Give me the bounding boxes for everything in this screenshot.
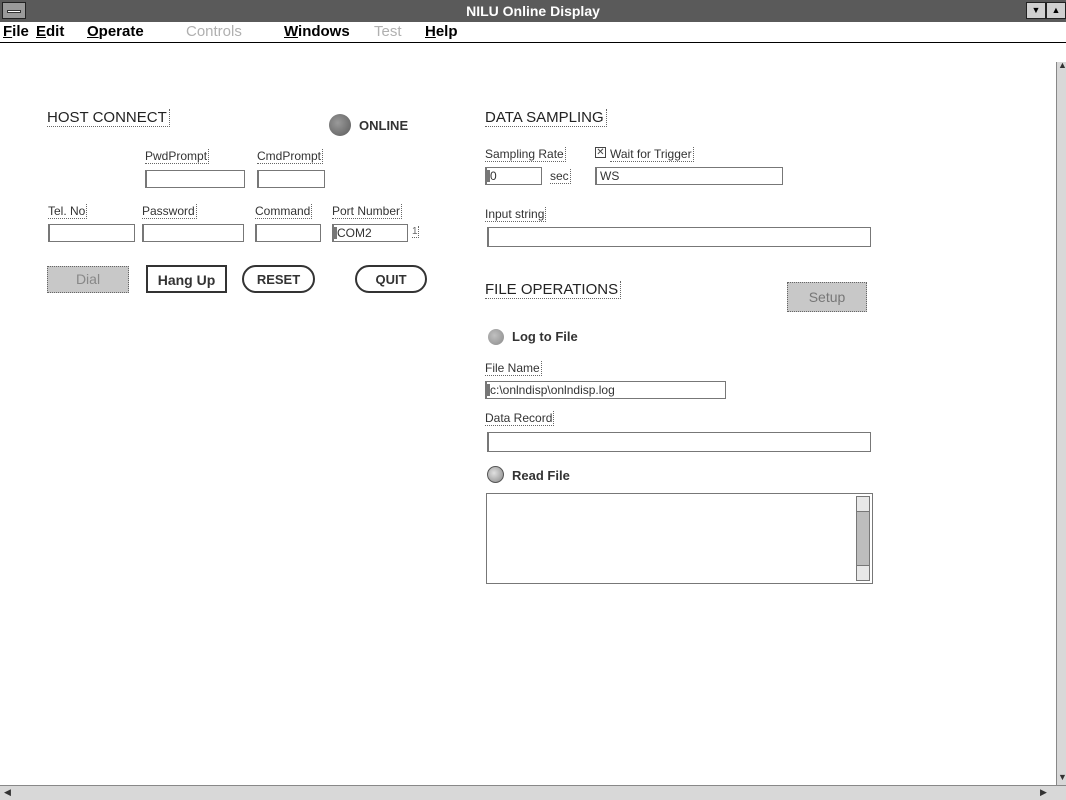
sec-label: sec bbox=[550, 169, 571, 184]
read-file-scrollbar[interactable] bbox=[856, 496, 870, 581]
scroll-down-arrow-icon[interactable]: ▼ bbox=[1058, 772, 1066, 782]
pwd-prompt-input[interactable] bbox=[145, 170, 245, 188]
scroll-up-arrow-icon[interactable]: ▲ bbox=[1058, 60, 1066, 70]
data-sampling-title: DATA SAMPLING bbox=[485, 109, 607, 127]
cmd-prompt-input[interactable] bbox=[257, 170, 325, 188]
sampling-rate-label: Sampling Rate bbox=[485, 147, 566, 162]
menu-controls[interactable]: Controls bbox=[186, 23, 242, 40]
input-string-field[interactable] bbox=[487, 227, 871, 247]
scroll-down-button[interactable] bbox=[857, 565, 869, 580]
menu-file[interactable]: File bbox=[3, 23, 29, 40]
port-number-label: Port Number bbox=[332, 204, 403, 219]
vertical-scrollbar[interactable]: ▲ ▼ bbox=[1056, 60, 1066, 785]
reset-button[interactable]: RESET bbox=[242, 265, 315, 293]
menu-windows[interactable]: Windows bbox=[284, 23, 350, 40]
input-string-label: Input string bbox=[485, 207, 547, 222]
command-label: Command bbox=[255, 204, 313, 219]
log-to-file-indicator-icon[interactable] bbox=[488, 329, 504, 345]
read-file-text-area[interactable] bbox=[486, 493, 873, 584]
minimize-icon: ▼ bbox=[1031, 5, 1041, 15]
dial-button[interactable]: Dial bbox=[47, 266, 129, 293]
tel-no-input[interactable] bbox=[48, 224, 135, 242]
wait-for-trigger-label: Wait for Trigger bbox=[610, 147, 694, 162]
read-file-indicator-icon[interactable] bbox=[487, 466, 504, 483]
file-name-input[interactable]: c:\onlndisp\onlndisp.log bbox=[485, 381, 726, 399]
file-operations-title: FILE OPERATIONS bbox=[485, 281, 622, 299]
read-file-label: Read File bbox=[512, 468, 570, 483]
file-name-label: File Name bbox=[485, 361, 542, 376]
host-connect-title: HOST CONNECT bbox=[47, 109, 170, 127]
maximize-button[interactable]: ▲ bbox=[1046, 2, 1066, 19]
scroll-left-arrow-icon[interactable]: ◀ bbox=[4, 787, 11, 798]
data-record-field[interactable] bbox=[487, 432, 871, 452]
hang-up-button[interactable]: Hang Up bbox=[146, 265, 227, 293]
menu-bar: File Edit Operate Controls Windows Test … bbox=[0, 22, 1066, 43]
menu-operate[interactable]: Operate bbox=[87, 23, 144, 40]
online-indicator-icon[interactable] bbox=[329, 114, 351, 136]
wait-for-trigger-checkbox[interactable]: ✕ bbox=[595, 147, 606, 158]
scroll-right-arrow-icon[interactable]: ▶ bbox=[1040, 787, 1047, 798]
minimize-button[interactable]: ▼ bbox=[1026, 2, 1046, 19]
command-input[interactable] bbox=[255, 224, 321, 242]
port-number-field[interactable]: COM2 bbox=[332, 224, 408, 242]
sampling-rate-input[interactable]: 0 bbox=[485, 167, 542, 185]
data-record-label: Data Record bbox=[485, 411, 555, 426]
scroll-up-button[interactable] bbox=[857, 497, 869, 512]
horizontal-scrollbar[interactable]: ◀ ▶ bbox=[0, 785, 1066, 800]
online-label: ONLINE bbox=[359, 118, 409, 133]
window-title: NILU Online Display bbox=[466, 3, 600, 19]
maximize-icon: ▲ bbox=[1051, 5, 1061, 15]
menu-help[interactable]: Help bbox=[425, 23, 458, 40]
quit-button[interactable]: QUIT bbox=[355, 265, 427, 293]
port-number-suffix: 1 bbox=[412, 226, 419, 238]
panel-area: HOST CONNECT ONLINE PwdPrompt CmdPrompt … bbox=[0, 43, 1056, 785]
cmd-prompt-label: CmdPrompt bbox=[257, 149, 324, 164]
log-to-file-label: Log to File bbox=[512, 329, 578, 344]
password-input[interactable] bbox=[142, 224, 244, 242]
pwd-prompt-label: PwdPrompt bbox=[145, 149, 210, 164]
setup-button[interactable]: Setup bbox=[787, 282, 867, 312]
menu-test[interactable]: Test bbox=[374, 23, 402, 40]
main-window: NILU Online Display ▼ ▲ File Edit Operat… bbox=[0, 0, 1066, 800]
tel-no-label: Tel. No bbox=[48, 204, 88, 219]
menu-edit[interactable]: Edit bbox=[36, 23, 64, 40]
trigger-string-input[interactable]: WS bbox=[595, 167, 783, 185]
title-bar: NILU Online Display ▼ ▲ bbox=[0, 0, 1066, 22]
password-label: Password bbox=[142, 204, 197, 219]
